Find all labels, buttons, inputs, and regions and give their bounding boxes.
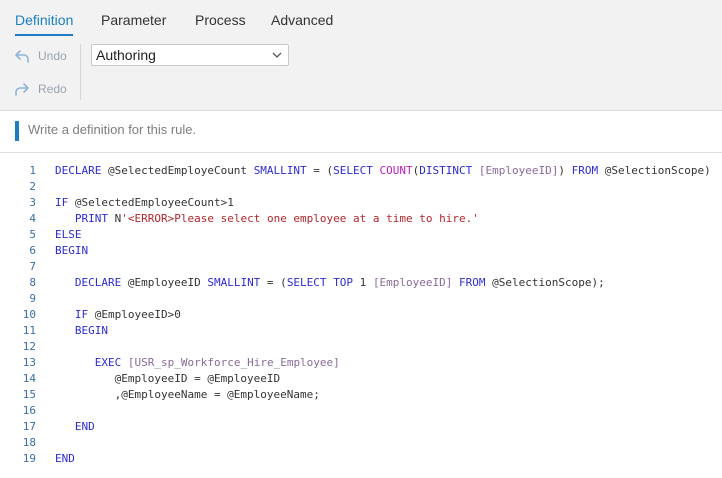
code-text: END [74,420,95,433]
line-number: 7 [29,260,36,273]
line-number: 13 [22,356,36,369]
code-text: DECLARE @SelectedEmployeCount SMALLINT =… [55,164,711,177]
line-number: 19 [22,452,36,465]
redo-label: Redo [38,82,67,96]
tab-parameter[interactable]: Parameter [101,10,166,34]
divider [0,152,722,153]
line-number: 1 [29,164,36,177]
tab-definition[interactable]: Definition [15,10,74,36]
line-number: 11 [22,324,36,337]
code-text: END [55,452,75,465]
code-text: ,@EmployeeName = @EmployeeName; [55,388,320,401]
line-number: 8 [29,276,36,289]
mode-select-value: Authoring [96,47,156,63]
line-number: 17 [22,420,36,433]
editor-header: Definition Parameter Process Advanced Un… [0,0,722,111]
line-number: 6 [29,244,36,257]
line-number: 16 [22,404,36,417]
undo-icon [15,50,29,63]
line-number: 2 [29,180,36,193]
description-input[interactable]: Write a definition for this rule. [28,122,196,137]
description-accent [15,121,19,141]
code-text: IF @SelectedEmployeeCount>1 [55,196,234,209]
code-text: EXEC [USR_sp_Workforce_Hire_Employee] [94,356,340,369]
line-number: 18 [22,436,36,449]
code-text: BEGIN [55,244,89,257]
line-number: 14 [22,372,36,385]
chevron-down-icon [272,52,282,58]
code-text: @EmployeeID = @EmployeeID [55,372,281,385]
code-text: PRINT N'<ERROR>Please select one employe… [74,212,479,225]
code-text: BEGIN [74,324,108,337]
undo-button[interactable]: Undo [14,48,67,64]
line-number: 3 [29,196,36,209]
code-text: DECLARE @EmployeeID SMALLINT = (SELECT T… [74,276,605,289]
redo-button[interactable]: Redo [14,81,67,97]
line-number: 9 [29,292,36,305]
redo-icon [15,83,29,96]
line-number: 15 [22,388,36,401]
mode-select[interactable]: Authoring [91,44,289,66]
line-number: 10 [22,308,36,321]
toolbar-divider [80,44,81,100]
line-number: 5 [29,228,36,241]
line-number: 4 [29,212,36,225]
code-text: ELSE [55,228,82,241]
undo-label: Undo [38,49,67,63]
code-text: IF @EmployeeID>0 [74,308,181,321]
tab-process[interactable]: Process [195,10,246,34]
line-number: 12 [22,340,36,353]
tab-advanced[interactable]: Advanced [271,10,333,34]
